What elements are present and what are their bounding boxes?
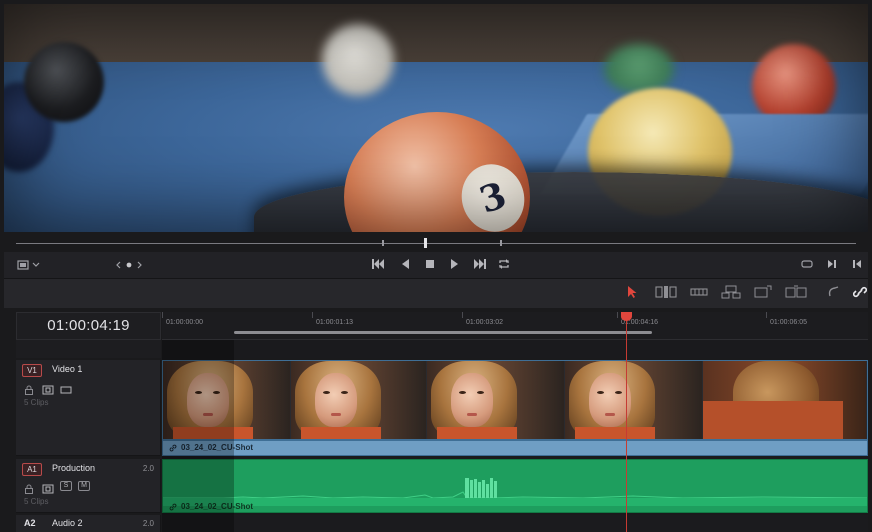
viewer-scrubber[interactable]: [4, 236, 868, 250]
ruler-label: 01:00:01:13: [316, 319, 353, 326]
end-marker-icon[interactable]: [850, 255, 864, 275]
in-out-range-bar[interactable]: [234, 331, 652, 334]
scrubber-playhead[interactable]: [424, 238, 427, 248]
transport-bar: [4, 252, 868, 278]
video-clip-name: 03_24_02_CU-Shot: [181, 443, 254, 452]
stop-icon[interactable]: [422, 255, 438, 275]
audio-clip-name: 03_24_02_CU-Shot: [181, 502, 254, 511]
track-header-a1[interactable]: A1 Production 2.0 S M 5 Clips: [16, 459, 161, 513]
viewer-frame: 3: [4, 4, 868, 232]
auto-select-icon[interactable]: [42, 481, 54, 494]
loop-icon[interactable]: [496, 255, 512, 275]
playhead-handle[interactable]: [621, 312, 632, 321]
clip-count-a1: 5 Clips: [24, 497, 49, 506]
track-header-spacer: [16, 340, 161, 358]
video-clip-name-bar[interactable]: 03_24_02_CU-Shot: [162, 440, 868, 456]
clip-thumbnail: [703, 361, 867, 439]
link-icon: [169, 503, 177, 511]
clip-thumbnail: [291, 361, 427, 439]
track-badge-a1[interactable]: A1: [22, 463, 42, 476]
clip-count-v1: 5 Clips: [24, 398, 49, 407]
jump-end-icon[interactable]: [472, 255, 488, 275]
track-name-v1[interactable]: Video 1: [52, 364, 82, 374]
timecode-display[interactable]: 01:00:04:19: [16, 312, 161, 340]
ruler-tick: [766, 312, 767, 318]
timeline-ruler[interactable]: 01:00:00:00 01:00:01:13 01:00:03:02 01:0…: [162, 312, 868, 340]
blade-icon[interactable]: [688, 285, 710, 303]
snapping-icon[interactable]: [824, 285, 844, 303]
jump-start-icon[interactable]: [370, 255, 386, 275]
current-timecode: 01:00:04:19: [47, 317, 130, 334]
match-frame-icon[interactable]: [798, 255, 816, 275]
ruler-tick: [617, 312, 618, 318]
solo-button[interactable]: S: [60, 481, 72, 491]
ruler-label: 01:00:06:05: [770, 319, 807, 326]
clip-thumbnail: [163, 361, 291, 439]
lock-icon[interactable]: [24, 481, 36, 494]
track-name-a1[interactable]: Production: [52, 463, 95, 473]
clip-thumbnail: [427, 361, 565, 439]
ruler-tick: [312, 312, 313, 318]
track-header-a2[interactable]: A2 Audio 2 2.0: [16, 515, 161, 532]
ruler-tick: [162, 312, 163, 318]
clip-thumbnail: [565, 361, 703, 439]
ruler-label: 01:00:03:02: [466, 319, 503, 326]
track-controls-a1: S M: [24, 481, 90, 494]
scrubber-out-mark: [500, 240, 502, 246]
track-badge-a2[interactable]: A2: [24, 518, 36, 528]
link-icon: [169, 444, 177, 452]
scrubber-track[interactable]: [16, 243, 856, 244]
clip-nav-button[interactable]: [112, 255, 146, 275]
viewer-vignette: [4, 4, 868, 232]
track-header-v1[interactable]: V1 Video 1 5 Clips: [16, 360, 161, 456]
timeline-marker-lane: [162, 340, 868, 358]
video-clip[interactable]: [162, 360, 868, 440]
linked-selection-icon[interactable]: [850, 285, 870, 303]
selection-arrow-icon[interactable]: [622, 285, 642, 303]
replace-clip-icon[interactable]: [784, 285, 808, 303]
auto-select-icon[interactable]: [42, 382, 54, 395]
trim-icon[interactable]: [654, 285, 678, 303]
play-icon[interactable]: [446, 255, 462, 275]
ruler-label: 01:00:00:00: [166, 319, 203, 326]
scrubber-in-mark: [382, 240, 384, 246]
track-enable-icon[interactable]: [60, 382, 72, 394]
insert-clip-icon[interactable]: [720, 285, 742, 303]
track-badge-v1[interactable]: V1: [22, 364, 42, 377]
track-lane-a2: [162, 515, 868, 532]
play-reverse-icon[interactable]: [398, 255, 414, 275]
viewer-options-button[interactable]: [14, 255, 48, 275]
audio-waveform: [163, 478, 867, 506]
track-name-a2[interactable]: Audio 2: [52, 518, 83, 528]
mute-button[interactable]: M: [78, 481, 90, 491]
track-channels-a2: 2.0: [142, 519, 154, 528]
track-controls-v1: [24, 382, 72, 395]
edit-toolbar: [4, 278, 868, 308]
track-channels-a1: 2.0: [142, 464, 154, 473]
ruler-tick: [462, 312, 463, 318]
overwrite-clip-icon[interactable]: [752, 285, 774, 303]
lock-icon[interactable]: [24, 382, 36, 395]
next-edit-icon[interactable]: [824, 255, 840, 275]
timeline-playhead[interactable]: [621, 312, 632, 532]
audio-clip[interactable]: 03_24_02_CU-Shot: [162, 459, 868, 513]
